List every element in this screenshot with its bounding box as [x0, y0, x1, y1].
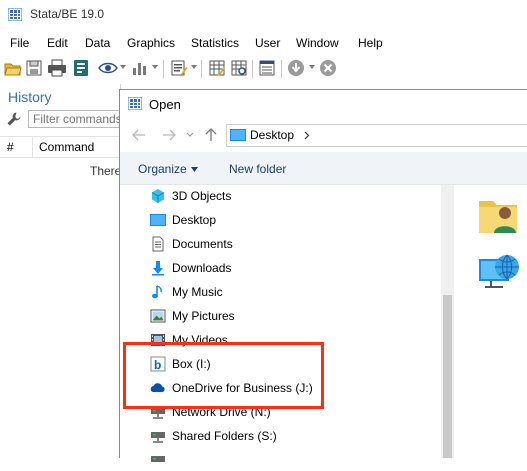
do-file-editor-icon[interactable] — [170, 59, 188, 77]
data-browser-icon[interactable] — [230, 59, 248, 77]
menu-help[interactable]: Help — [358, 36, 383, 50]
address-bar[interactable]: Desktop — [226, 124, 527, 147]
file-list-pane — [455, 185, 527, 458]
toolbar — [0, 55, 527, 82]
nav-item-my-pictures[interactable]: My Pictures — [150, 305, 440, 327]
viewer-dropdown-icon[interactable] — [120, 65, 126, 69]
menu-window[interactable]: Window — [296, 36, 339, 50]
organize-button[interactable]: Organize — [138, 162, 187, 176]
nav-item-label: My Music — [172, 285, 223, 299]
address-bar-location[interactable]: Desktop — [250, 128, 294, 142]
do-file-dropdown-icon[interactable] — [191, 65, 197, 69]
desktop-icon — [150, 214, 166, 226]
chevron-right-icon[interactable] — [304, 131, 310, 140]
menu-data[interactable]: Data — [85, 36, 110, 50]
nav-item-label: Shared Folders (S:) — [172, 429, 277, 443]
menu-edit[interactable]: Edit — [47, 36, 68, 50]
chevron-down-icon[interactable] — [191, 167, 198, 172]
nav-item-label: My Pictures — [172, 309, 235, 323]
music-icon — [152, 285, 162, 299]
graph-icon[interactable] — [131, 59, 149, 77]
annotation-highlight-box — [123, 342, 324, 409]
history-title: History — [8, 89, 52, 105]
history-filter-input[interactable] — [28, 110, 124, 128]
break-icon[interactable] — [319, 59, 337, 77]
desktop-icon — [230, 129, 246, 141]
more-dropdown-icon[interactable] — [309, 65, 315, 69]
print-icon[interactable] — [47, 59, 67, 77]
wrench-icon[interactable] — [6, 111, 22, 127]
nav-item-desktop[interactable]: Desktop — [150, 209, 440, 231]
scrollbar-thumb[interactable] — [443, 295, 452, 458]
downloads-icon — [152, 261, 164, 276]
menu-file[interactable]: File — [10, 36, 29, 50]
nav-item-my-music[interactable]: My Music — [150, 281, 440, 303]
nav-item-label: Desktop — [172, 213, 217, 227]
nav-item-shared-folders[interactable]: Shared Folders (S:) — [150, 425, 440, 447]
navigation-pane-scrollbar[interactable] — [441, 185, 454, 458]
nav-item-documents[interactable]: Documents — [150, 233, 440, 255]
pictures-icon — [150, 309, 166, 323]
recent-locations-chevron-icon[interactable] — [186, 132, 194, 138]
up-arrow-icon[interactable] — [205, 128, 217, 142]
history-col-command[interactable]: Command — [39, 140, 94, 154]
nav-item-downloads[interactable]: Downloads — [150, 257, 440, 279]
forward-arrow-icon[interactable] — [162, 129, 176, 141]
network-drive-icon — [151, 456, 165, 462]
history-panel: History # Command There are no items to … — [0, 84, 238, 457]
stata-logo-icon — [128, 97, 142, 110]
graph-dropdown-icon[interactable] — [152, 65, 158, 69]
3d-objects-icon — [151, 189, 165, 203]
app-title-bar: Stata/BE 19.0 — [0, 0, 527, 30]
app-title: Stata/BE 19.0 — [30, 7, 105, 21]
documents-icon — [152, 236, 164, 252]
open-icon[interactable] — [4, 59, 22, 77]
nav-item-label: Downloads — [172, 261, 232, 275]
more-icon[interactable] — [287, 59, 305, 77]
dialog-navigation-bar: Desktop — [120, 122, 527, 148]
nav-item-label: Documents — [172, 237, 233, 251]
history-col-number[interactable]: # — [7, 140, 14, 154]
menu-statistics[interactable]: Statistics — [191, 36, 239, 50]
viewer-icon[interactable] — [98, 59, 118, 77]
navigation-pane: 3D Objects Desktop Documents Downloads M… — [120, 185, 454, 462]
dialog-command-bar: Organize New folder — [120, 152, 527, 185]
user-folder-icon[interactable] — [477, 193, 521, 237]
menu-graphics[interactable]: Graphics — [127, 36, 175, 50]
new-folder-button[interactable]: New folder — [229, 162, 286, 176]
menu-bar: File Edit Data Graphics Statistics User … — [0, 32, 527, 54]
nav-item-drive[interactable] — [150, 449, 440, 471]
nav-item-label: 3D Objects — [172, 189, 232, 203]
back-arrow-icon[interactable] — [132, 129, 146, 141]
dialog-title: Open — [149, 97, 181, 112]
history-filter-row — [4, 110, 124, 132]
network-drive-icon — [151, 432, 165, 443]
save-icon[interactable] — [25, 59, 43, 77]
network-globe-icon[interactable] — [477, 249, 521, 293]
log-icon[interactable] — [72, 59, 90, 77]
stata-logo-icon — [8, 8, 22, 21]
variables-manager-icon[interactable] — [258, 59, 276, 77]
data-editor-icon[interactable] — [208, 59, 226, 77]
history-column-header: # Command — [0, 136, 120, 158]
menu-user[interactable]: User — [255, 36, 280, 50]
nav-item-3d-objects[interactable]: 3D Objects — [150, 185, 440, 207]
